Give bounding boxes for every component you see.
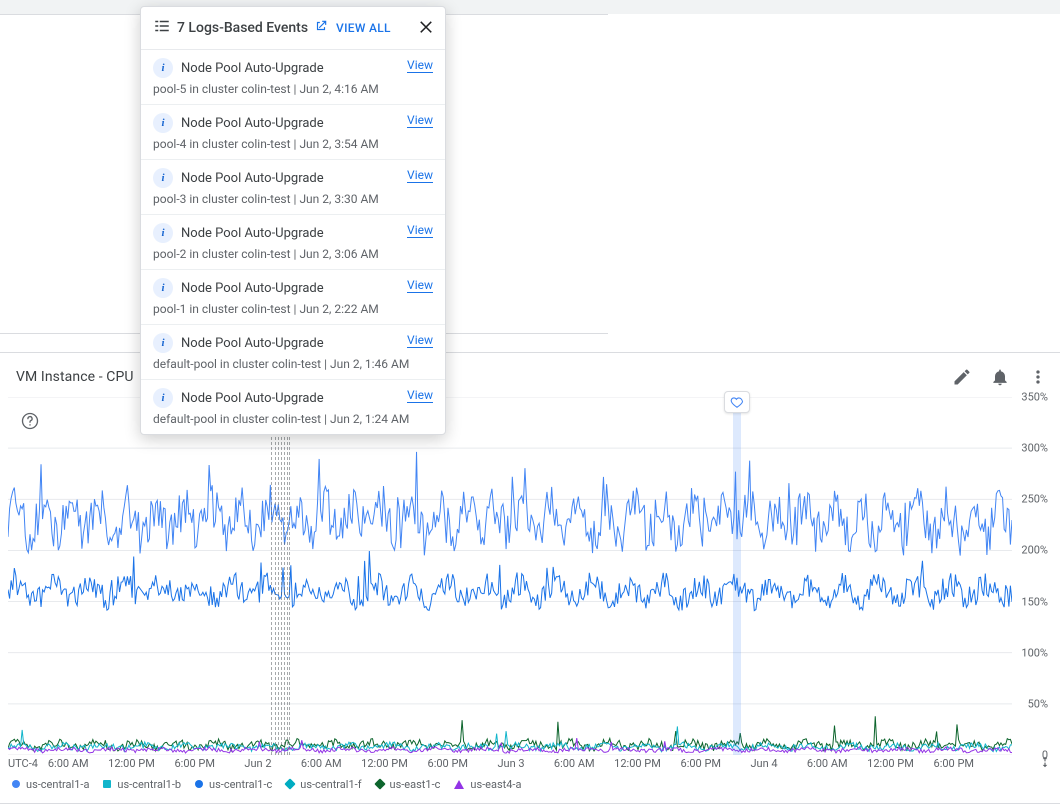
x-tick-label: 6:00 AM: [554, 757, 595, 770]
chart-svg: [8, 397, 1012, 755]
event-row: i Node Pool Auto-Upgrade View pool-2 in clu…: [141, 215, 445, 270]
event-row-title: Node Pool Auto-Upgrade: [181, 116, 324, 131]
legend-label: us-east4-a: [470, 778, 521, 791]
event-row-subtitle: default-pool in cluster colin-test | Jun…: [153, 357, 433, 371]
event-row: i Node Pool Auto-Upgrade View pool-1 in clu…: [141, 270, 445, 325]
legend-label: us-central1-f: [300, 778, 361, 791]
event-row: i Node Pool Auto-Upgrade View pool-4 in clu…: [141, 105, 445, 160]
more-vert-icon[interactable]: [1028, 367, 1048, 387]
info-icon: i: [153, 333, 173, 353]
event-row: i Node Pool Auto-Upgrade View default-pool …: [141, 325, 445, 380]
x-tick-label: 6:00 PM: [934, 757, 974, 770]
event-row-title: Node Pool Auto-Upgrade: [181, 336, 324, 351]
info-icon: i: [153, 58, 173, 78]
legend-swatch: [12, 780, 20, 788]
legend-label: us-east1-c: [390, 778, 441, 791]
x-tick-label: 6:00 AM: [807, 757, 848, 770]
bell-icon[interactable]: [990, 367, 1010, 387]
chart-legend: us-central1-a us-central1-b us-central1-c u…: [8, 775, 1012, 793]
chart-plot-area[interactable]: 7 i: [8, 397, 1012, 755]
close-button[interactable]: [417, 17, 435, 39]
event-row: i Node Pool Auto-Upgrade View pool-3 in clu…: [141, 160, 445, 215]
legend-item[interactable]: us-east1-c: [376, 778, 441, 791]
info-icon: i: [153, 168, 173, 188]
event-view-link[interactable]: View: [407, 333, 433, 348]
timezone-label: UTC-4: [8, 757, 38, 770]
events-popover-header: 7 Logs-Based Events VIEW ALL: [141, 7, 445, 50]
legend-item[interactable]: us-central1-f: [286, 778, 361, 791]
edit-icon[interactable]: [952, 367, 972, 387]
legend-label: us-central1-c: [209, 778, 272, 791]
x-tick-label: 6:00 PM: [428, 757, 468, 770]
event-view-link[interactable]: View: [407, 278, 433, 293]
x-tick-label: 6:00 PM: [174, 757, 214, 770]
x-tick-label: Jun 2: [244, 757, 271, 770]
event-row-subtitle: pool-2 in cluster colin-test | Jun 2, 3:…: [153, 247, 433, 261]
slo-heart-badge[interactable]: [724, 391, 750, 413]
event-row-title: Node Pool Auto-Upgrade: [181, 391, 324, 406]
view-all-link[interactable]: VIEW ALL: [336, 21, 391, 35]
event-view-link[interactable]: View: [407, 168, 433, 183]
event-view-link[interactable]: View: [407, 223, 433, 238]
legend-item[interactable]: us-central1-a: [12, 778, 89, 791]
slo-highlight-band: [733, 397, 741, 755]
x-tick-label: 12:00 PM: [108, 757, 155, 770]
legend-item[interactable]: us-central1-c: [195, 778, 272, 791]
legend-item[interactable]: us-east4-a: [454, 778, 521, 791]
event-view-link[interactable]: View: [407, 113, 433, 128]
event-row-subtitle: pool-1 in cluster colin-test | Jun 2, 2:…: [153, 302, 433, 316]
event-row-title: Node Pool Auto-Upgrade: [181, 281, 324, 296]
open-in-new-icon[interactable]: [314, 19, 328, 37]
event-marker-cluster: [261, 397, 297, 755]
expand-vertical-icon[interactable]: [1038, 753, 1052, 775]
series-us-central1-a: [8, 452, 1012, 556]
legend-swatch: [454, 780, 464, 789]
y-tick-label: 200%: [1021, 544, 1048, 557]
event-row-subtitle: pool-5 in cluster colin-test | Jun 2, 4:…: [153, 82, 433, 96]
event-row-subtitle: pool-4 in cluster colin-test | Jun 2, 3:…: [153, 137, 433, 151]
events-list-icon: [153, 17, 171, 39]
y-tick-label: 250%: [1021, 493, 1048, 506]
x-tick-label: Jun 3: [497, 757, 524, 770]
x-tick-label: Jun 4: [750, 757, 777, 770]
legend-swatch: [195, 780, 203, 788]
x-tick-label: 6:00 AM: [301, 757, 342, 770]
info-icon: i: [153, 223, 173, 243]
legend-label: us-central1-a: [26, 778, 89, 791]
y-axis-labels: 050%100%150%200%250%300%350%: [1012, 397, 1048, 755]
events-popover-title: 7 Logs-Based Events: [177, 20, 308, 36]
x-tick-label: 12:00 PM: [361, 757, 408, 770]
event-view-link[interactable]: View: [407, 388, 433, 403]
x-tick-label: 6:00 PM: [681, 757, 721, 770]
events-popover: 7 Logs-Based Events VIEW ALL i Node Pool …: [140, 6, 446, 435]
event-view-link[interactable]: View: [407, 58, 433, 73]
x-tick-label: 12:00 PM: [867, 757, 914, 770]
y-tick-label: 300%: [1021, 442, 1048, 455]
y-tick-label: 50%: [1028, 697, 1048, 710]
event-row: i Node Pool Auto-Upgrade View default-pool …: [141, 380, 445, 434]
legend-item[interactable]: us-central1-b: [103, 778, 181, 791]
x-axis-labels: UTC-4 6:00 AM 12:00 PM 6:00 PM Jun 2 6:00 AM…: [8, 757, 1012, 771]
event-row: i Node Pool Auto-Upgrade View pool-5 in clu…: [141, 50, 445, 105]
info-icon: i: [153, 278, 173, 298]
legend-swatch: [285, 778, 296, 789]
event-row-subtitle: default-pool in cluster colin-test | Jun…: [153, 412, 433, 426]
x-tick-label: 6:00 AM: [48, 757, 89, 770]
y-tick-label: 350%: [1021, 391, 1048, 404]
x-tick-label: 12:00 PM: [614, 757, 661, 770]
info-icon: i: [153, 388, 173, 408]
chart-body: 7 i 050%100%150%200%250%300%350% UTC-4 6…: [8, 397, 1048, 801]
event-row-subtitle: pool-3 in cluster colin-test | Jun 2, 3:…: [153, 192, 433, 206]
event-row-title: Node Pool Auto-Upgrade: [181, 171, 324, 186]
legend-swatch: [374, 778, 385, 789]
legend-swatch: [103, 780, 111, 788]
info-icon: i: [153, 113, 173, 133]
legend-label: us-central1-b: [117, 778, 181, 791]
event-row-title: Node Pool Auto-Upgrade: [181, 226, 324, 241]
event-row-title: Node Pool Auto-Upgrade: [181, 61, 324, 76]
y-tick-label: 100%: [1021, 646, 1048, 659]
y-tick-label: 150%: [1021, 595, 1048, 608]
